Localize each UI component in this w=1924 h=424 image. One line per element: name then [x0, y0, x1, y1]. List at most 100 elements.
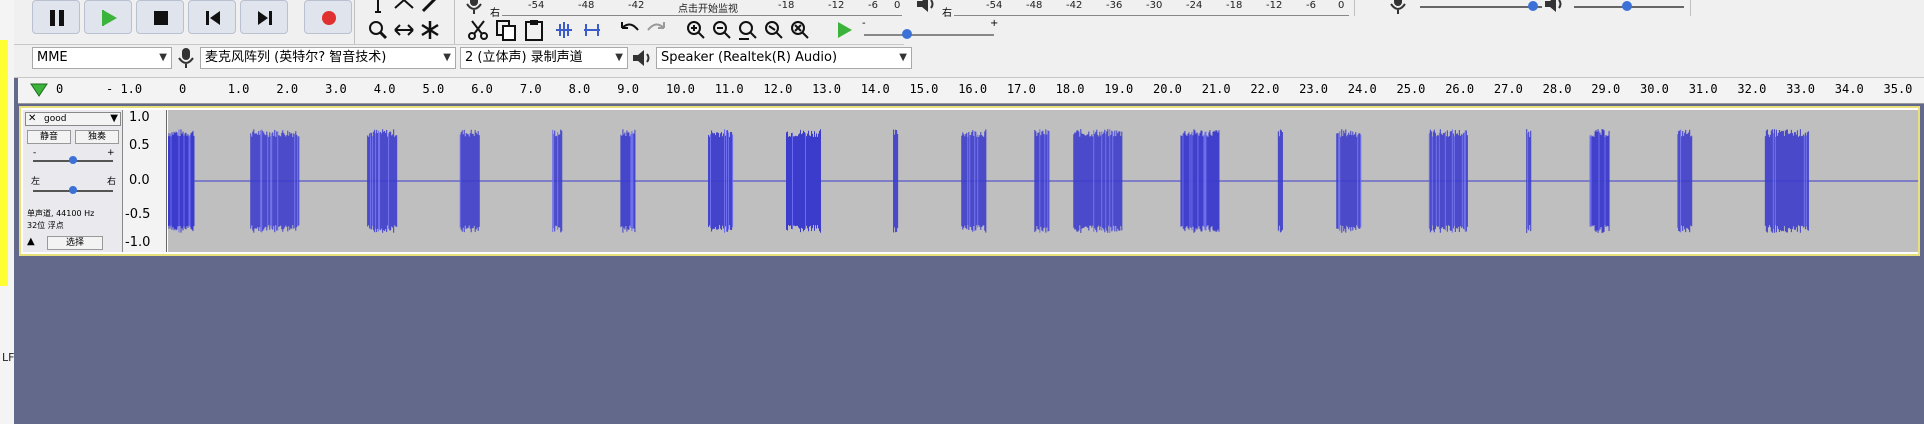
vertical-amplitude-scale[interactable]: 1.0 0.5 0.0 -0.5 -1.0: [123, 110, 167, 252]
timeline-label: 31.0: [1688, 82, 1718, 96]
solo-button[interactable]: 独奏: [75, 130, 119, 144]
record-meter-tick: -54: [528, 0, 545, 11]
track-menu-chevron-icon[interactable]: ▼: [110, 113, 118, 124]
timeline-label: 23.0: [1299, 82, 1328, 96]
undo-button[interactable]: [618, 18, 642, 42]
playback-volume-thumb[interactable]: [1622, 1, 1632, 11]
timeline-label: 8.0: [568, 82, 591, 96]
recording-volume-icon-button: [1386, 0, 1410, 16]
silence-button[interactable]: [580, 18, 604, 42]
timeline-label: 33.0: [1786, 82, 1815, 96]
track-format-info: 32位 浮点: [27, 221, 64, 230]
play-speed-thumb[interactable]: [902, 29, 912, 39]
zoom-in-button[interactable]: [684, 18, 708, 42]
playback-meter-tick: -18: [1226, 0, 1243, 11]
speaker-icon: [1545, 0, 1562, 12]
timeline-label: 25.0: [1396, 82, 1426, 96]
paste-button[interactable]: [522, 18, 546, 42]
zoom-fit-icon: [765, 21, 783, 39]
trim-button[interactable]: [552, 18, 576, 42]
track-control-panel: ✕ good ▼ 静音 独奏 - + 左 右 单声道, 44100 Hz 32位…: [23, 110, 123, 252]
amplitude-label: -1.0: [125, 235, 151, 250]
timeline-ruler[interactable]: 0 - 1.0 0 1.0 2.0 3.0 4.0 5.0 6.0 7.0 8.0 9.0 10.0 11…: [18, 78, 1924, 104]
undo-icon: [621, 22, 639, 31]
timeline-label: 29.0: [1591, 82, 1621, 96]
draw-tool-button[interactable]: [418, 0, 442, 16]
microphone-icon: [1390, 0, 1406, 14]
playback-meter-tick: -12: [1266, 0, 1283, 11]
zoom-selection-icon: [739, 21, 757, 40]
play-speed-track: [864, 34, 994, 36]
fit-selection-button[interactable]: [736, 18, 760, 42]
waveform-area[interactable]: [167, 110, 1918, 252]
track-name[interactable]: good: [44, 114, 66, 124]
audio-track[interactable]: ✕ good ▼ 静音 独奏 - + 左 右 单声道, 44100 Hz 32位…: [19, 106, 1920, 256]
ibeam-icon: [375, 0, 381, 13]
collapse-triangle-icon[interactable]: ▲: [27, 236, 35, 247]
redo-button[interactable]: [644, 18, 668, 42]
pencil-icon: [421, 0, 437, 13]
chevron-down-icon: ▼: [443, 52, 451, 63]
record-meter-tick: -12: [828, 0, 845, 11]
pause-button[interactable]: [32, 0, 80, 34]
record-meter-bar[interactable]: -54 -48 -42 点击开始监视 -18 -12 -6 0: [502, 0, 902, 16]
gain-plus-label: +: [107, 148, 115, 158]
zoom-toggle-button[interactable]: [788, 18, 812, 42]
playback-meter-tick: -30: [1146, 0, 1163, 11]
timeline-label: 21.0: [1201, 82, 1231, 96]
timeline-label: 35.0: [1883, 82, 1913, 96]
envelope-tool-button[interactable]: [392, 0, 416, 16]
play-speed-slider[interactable]: - +: [860, 18, 1000, 42]
playback-meter-bar[interactable]: -54 -48 -42 -36 -30 -24 -18 -12 -6 0: [954, 0, 1349, 16]
recording-volume-thumb[interactable]: [1528, 1, 1538, 11]
fit-project-button[interactable]: [762, 18, 786, 42]
select-track-button[interactable]: 选择: [47, 236, 103, 250]
chevron-down-icon: ▼: [615, 52, 623, 63]
skip-end-button[interactable]: [240, 0, 288, 34]
pan-thumb[interactable]: [69, 186, 77, 194]
timeline-label: 30.0: [1640, 82, 1669, 96]
recording-channels-select[interactable]: 2 (立体声) 录制声道 ▼: [460, 47, 628, 69]
record-meter-button[interactable]: [462, 0, 486, 16]
toolbar-separator: [354, 0, 355, 44]
gain-thumb[interactable]: [69, 156, 77, 164]
audio-host-select[interactable]: MME ▼: [32, 47, 172, 69]
record-meter-tick: 0: [894, 0, 901, 11]
toolbar-separator: [1690, 0, 1691, 16]
playback-meter-tick: 0: [1338, 0, 1345, 11]
time-shift-tool-button[interactable]: [392, 18, 416, 42]
skip-end-icon: [258, 11, 272, 25]
recording-device-select[interactable]: 麦克风阵列 (英特尔? 智音技术) ▼: [200, 47, 456, 69]
copy-button[interactable]: [494, 18, 518, 42]
timeline-label: 19.0: [1104, 82, 1134, 96]
empty-project-area[interactable]: [19, 258, 1924, 424]
cut-button[interactable]: [466, 18, 490, 42]
playback-device-value: Speaker (Realtek(R) Audio): [661, 50, 838, 65]
envelope-icon: [394, 0, 414, 9]
recording-device-icon: [174, 46, 198, 70]
timeline-label: 6.0: [471, 82, 493, 96]
close-icon[interactable]: ✕: [28, 113, 36, 124]
amplitude-label: -0.5: [125, 207, 151, 222]
copy-icon: [496, 20, 516, 41]
play-button[interactable]: [84, 0, 132, 34]
zoom-tool-button[interactable]: [366, 18, 390, 42]
recording-volume-slider[interactable]: [1420, 6, 1542, 8]
timeline-label: 10.0: [666, 82, 695, 96]
multi-tool-button[interactable]: [418, 18, 442, 42]
timeline-label: 24.0: [1347, 82, 1377, 96]
playback-device-select[interactable]: Speaker (Realtek(R) Audio) ▼: [656, 47, 912, 69]
record-button[interactable]: [304, 0, 352, 34]
status-label: LF: [2, 351, 15, 364]
selection-tool-button[interactable]: [366, 0, 390, 16]
stop-button[interactable]: [136, 0, 184, 34]
playback-meter-button[interactable]: [914, 0, 938, 16]
timeline-label: 34.0: [1834, 82, 1864, 96]
zoom-out-button[interactable]: [710, 18, 734, 42]
playback-device-icon: [630, 46, 654, 70]
playback-meter-tick: -36: [1106, 0, 1123, 11]
skip-start-button[interactable]: [188, 0, 236, 34]
play-at-speed-button[interactable]: [832, 18, 856, 42]
mute-button[interactable]: 静音: [27, 130, 71, 144]
record-meter-hint: 点击开始监视: [678, 4, 738, 15]
